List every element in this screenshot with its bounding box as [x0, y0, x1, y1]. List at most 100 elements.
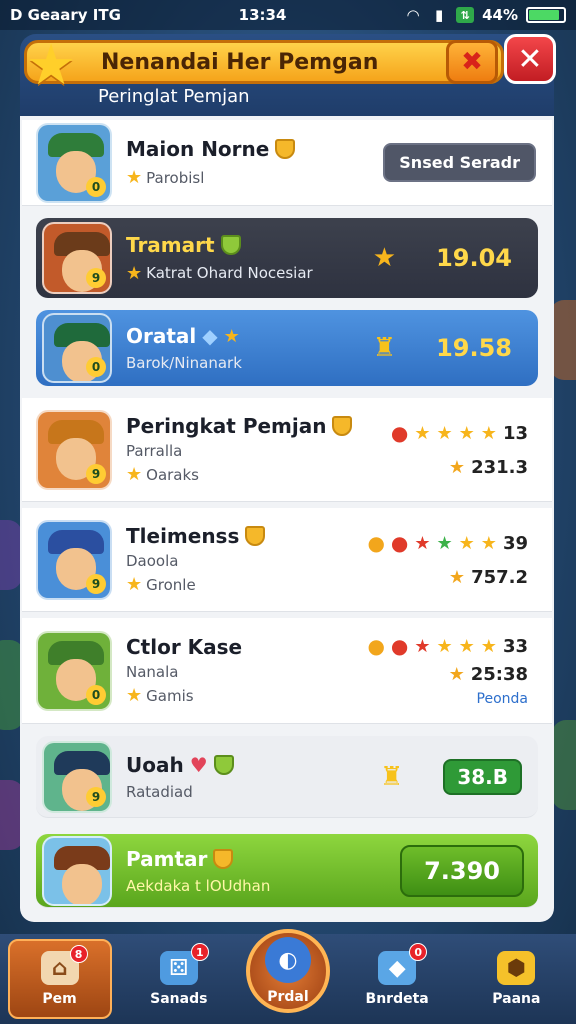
- shield-icon: [220, 234, 241, 255]
- level-badge-icon: 9: [86, 573, 106, 594]
- nav-item-paana[interactable]: ⬢ Paana: [464, 939, 568, 1019]
- level-badge-icon: 9: [86, 463, 106, 484]
- player-subtitle: Barok/Ninanark: [126, 354, 242, 372]
- player-name: Pamtar: [126, 846, 208, 871]
- leaderboard-row[interactable]: 0 Oratal ◆ ★ Barok/Ninanark ♜ 19.58: [36, 310, 538, 386]
- player-value: 25:38: [470, 664, 528, 685]
- avatar: 9: [36, 409, 112, 490]
- star-icon: ★: [372, 243, 397, 273]
- shop-icon: ⬢: [497, 951, 536, 985]
- avatar: 9: [42, 740, 112, 813]
- notification-badge: 0: [409, 943, 428, 961]
- status-icons: ◠ ▮ ⇅ 44%: [404, 6, 566, 24]
- carrier-label: D Geaary ITG: [10, 6, 121, 24]
- avatar: 0: [36, 630, 112, 711]
- star-icon: ★: [126, 685, 143, 706]
- nav-label: Paana: [492, 991, 541, 1007]
- level-badge-icon: 9: [86, 268, 106, 288]
- signal-icon: ▮: [434, 6, 444, 24]
- title-banner: Nenandai Her Pemgan: [24, 40, 504, 84]
- star-count: 39: [502, 532, 528, 554]
- player-name: Uoah: [126, 752, 184, 777]
- star-icon: ★: [223, 325, 240, 347]
- notification-badge: 8: [69, 945, 88, 963]
- send-button[interactable]: Snsed Seradr: [383, 143, 536, 182]
- wifi-icon: ◠: [407, 6, 419, 24]
- star-count: 13: [502, 422, 528, 444]
- player-value: 231.3: [471, 457, 528, 478]
- player-score: 19.04: [436, 244, 512, 272]
- bottom-nav: ⌂ Pem 8 ⚄ Sanads 1 ◐ Prdal ◆ Bnrdeta 0 ⬢…: [0, 929, 576, 1024]
- player-name: Maion Norne: [126, 137, 270, 161]
- player-subtitle: Nanala: [126, 663, 179, 681]
- level-badge-icon: 0: [86, 684, 106, 705]
- shield-icon: [332, 416, 353, 436]
- leaderboard-row[interactable]: 9 Peringkat Pemjan Parralla ★ Oaraks ● ★ ★ ★…: [22, 398, 552, 502]
- star-icon: ★: [448, 664, 465, 685]
- background-block: [552, 720, 576, 810]
- header-subtitle: Peringlat Pemjan: [98, 86, 250, 107]
- leaderboard-header: Nenandai Her Pemgan ★ Peringlat Pemjan ✖…: [20, 34, 556, 116]
- avatar: [42, 835, 112, 906]
- player-value: 757.2: [471, 567, 528, 588]
- nav-label: Prdal: [267, 989, 309, 1005]
- level-badge-icon: 0: [86, 176, 106, 197]
- status-bar: D Geaary ITG 13:34 ◠ ▮ ⇅ 44%: [0, 0, 576, 30]
- player-name: Tleimenss: [126, 524, 240, 548]
- trophy-icon: ♜: [380, 761, 404, 792]
- avatar: 0: [42, 313, 112, 383]
- globe-icon: ◐: [264, 937, 311, 983]
- leaderboard-panel: 0 Maion Norne ★ Parobisl Snsed Seradr 9 T…: [20, 116, 554, 922]
- player-subtitle-2: Oaraks: [146, 465, 199, 484]
- shield-icon: [213, 754, 234, 775]
- star-rating: ● ★ ★ ★ ★ 13: [390, 421, 528, 445]
- level-badge-icon: 0: [86, 357, 106, 377]
- nav-item-sanads[interactable]: ⚄ Sanads 1: [127, 939, 231, 1019]
- star-count: 33: [502, 635, 528, 657]
- leaderboard-row[interactable]: 0 Maion Norne ★ Parobisl Snsed Seradr: [22, 120, 552, 206]
- nav-item-bnrdeta[interactable]: ◆ Bnrdeta 0: [345, 939, 449, 1019]
- player-subtitle: Katrat Ohard Nocesiar: [146, 264, 313, 282]
- star-icon: ★: [448, 457, 466, 478]
- diamond-icon: ◆: [202, 324, 218, 348]
- player-value-sub: Peonda: [476, 691, 528, 707]
- trophy-icon: ♜: [372, 333, 397, 363]
- nav-item-home[interactable]: ⌂ Pem 8: [7, 939, 112, 1019]
- avatar: 0: [36, 122, 112, 203]
- orange-close-icon[interactable]: ✖: [446, 40, 498, 84]
- close-button[interactable]: ✕: [504, 34, 556, 84]
- nav-label: Sanads: [150, 991, 208, 1007]
- background-block: [0, 520, 22, 590]
- clock: 13:34: [238, 6, 287, 24]
- avatar: 9: [42, 222, 112, 294]
- heart-icon: ♥: [189, 752, 208, 777]
- star-icon: ★: [126, 464, 143, 485]
- star-rating: ● ● ★ ★ ★ ★ 39: [367, 531, 528, 555]
- player-subtitle: Ratadiad: [126, 782, 193, 801]
- player-subtitle: Parobisl: [146, 168, 205, 187]
- nav-label: Bnrdeta: [365, 991, 429, 1007]
- leaderboard-row[interactable]: 9 Uoah ♥ Ratadiad ♜ 38.B: [36, 736, 538, 818]
- nav-item-center[interactable]: ◐ Prdal: [245, 929, 330, 1013]
- player-score: 19.58: [436, 334, 512, 362]
- star-icon: ★: [126, 262, 143, 284]
- notification-badge: 1: [190, 943, 209, 961]
- player-subtitle: Parralla: [126, 442, 183, 460]
- player-name: Peringkat Pemjan: [126, 414, 327, 438]
- player-subtitle-2: Gamis: [146, 686, 194, 705]
- back-star-icon[interactable]: ★: [26, 36, 86, 96]
- star-icon: ★: [126, 167, 143, 188]
- leaderboard-row[interactable]: 9 Tleimenss Daoola ★ Gronle ● ● ★ ★ ★ ★ 39 ★ 75…: [22, 508, 552, 612]
- nav-label: Pem: [42, 991, 77, 1007]
- leaderboard-row[interactable]: 0 Ctlor Kase Nanala ★ Gamis ● ● ★ ★ ★ ★ 33 ★ 25…: [22, 618, 552, 724]
- leaderboard-row[interactable]: 9 Tramart ★ Katrat Ohard Nocesiar ★ 19.04: [36, 218, 538, 298]
- battery-icon: [526, 7, 566, 23]
- player-subtitle-2: Gronle: [146, 575, 196, 594]
- shield-icon: [245, 526, 266, 546]
- star-icon: ★: [448, 567, 466, 588]
- page-title: Nenandai Her Pemgan: [101, 49, 379, 75]
- player-name: Tramart: [126, 232, 215, 257]
- shield-icon: [213, 848, 234, 869]
- level-badge-icon: 9: [86, 786, 106, 807]
- leaderboard-row-current[interactable]: Pamtar Aekdaka t lOUdhan 7.390: [36, 834, 538, 908]
